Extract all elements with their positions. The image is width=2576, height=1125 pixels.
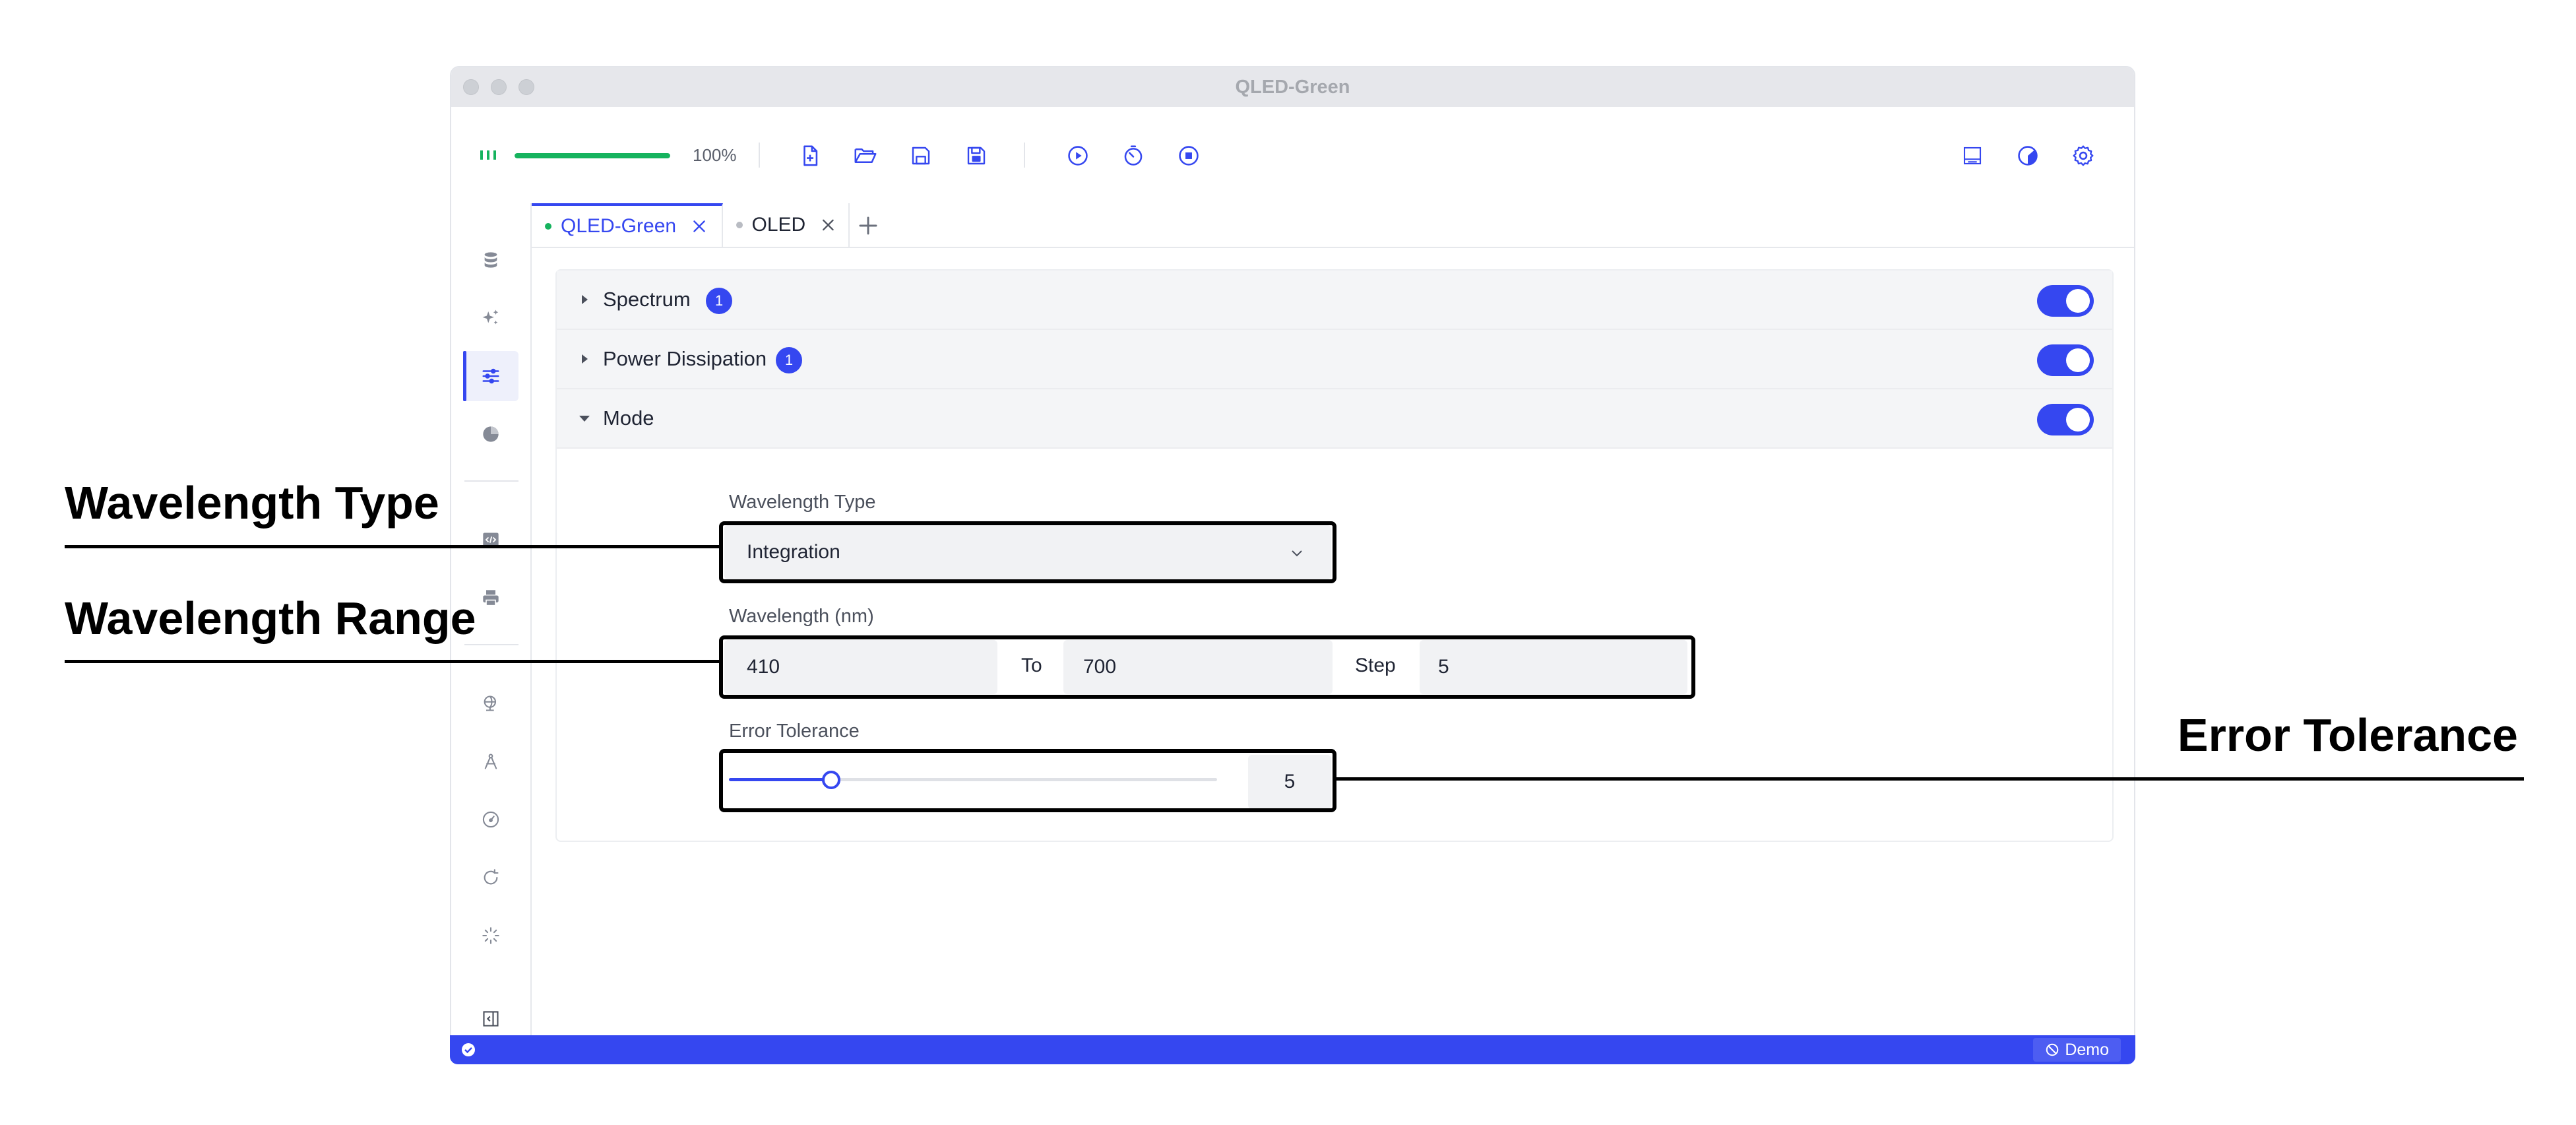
error-tolerance-slider[interactable]	[729, 771, 1217, 789]
panel-icon[interactable]	[1958, 141, 1987, 170]
theme-icon[interactable]	[2013, 141, 2042, 170]
wavelength-type-select[interactable]: Integration	[724, 525, 1331, 579]
tab-bar: QLED-Green OLED	[532, 203, 2134, 248]
count-badge: 1	[706, 288, 732, 314]
count-badge: 1	[776, 347, 802, 373]
caret-down-icon[interactable]	[578, 412, 591, 425]
compass-icon[interactable]	[463, 736, 518, 787]
stop-icon[interactable]	[1174, 141, 1203, 170]
wavelength-from-value: 410	[747, 656, 780, 678]
section-title: Mode	[603, 406, 654, 430]
status-bar: Demo	[450, 1035, 2135, 1064]
run-icon[interactable]	[1063, 141, 1092, 170]
section-mode[interactable]: Mode	[557, 389, 2112, 449]
tab-label: QLED-Green	[561, 215, 677, 237]
check-circle-icon	[462, 1043, 475, 1056]
wavelength-label: Wavelength (nm)	[729, 606, 874, 627]
close-icon[interactable]	[820, 216, 836, 234]
open-folder-icon[interactable]	[851, 141, 880, 170]
toolbar: 100%	[451, 107, 2134, 205]
close-icon[interactable]	[691, 218, 708, 235]
sparkle-icon[interactable]	[463, 293, 518, 343]
to-label: To	[1021, 655, 1042, 676]
wavelength-to-value: 700	[1083, 656, 1117, 678]
new-file-icon[interactable]	[796, 141, 825, 170]
spectrum-toggle[interactable]	[2037, 285, 2094, 317]
mode-toggle[interactable]	[2037, 404, 2094, 435]
error-tolerance-value: 5	[1284, 771, 1296, 792]
toolbar-divider	[759, 143, 760, 168]
activity-icon	[480, 150, 496, 160]
toolbar-divider	[1024, 143, 1025, 168]
progress-bar	[515, 153, 670, 158]
wavelength-type-label: Wavelength Type	[729, 492, 876, 513]
annotation-error-tolerance: Error Tolerance	[2177, 709, 2518, 761]
database-icon[interactable]	[463, 235, 518, 285]
caret-right-icon[interactable]	[578, 293, 591, 306]
timer-icon[interactable]	[1119, 141, 1148, 170]
progress-label: 100%	[693, 145, 737, 165]
tab-qled-green[interactable]: QLED-Green	[532, 203, 723, 247]
step-label: Step	[1355, 655, 1396, 676]
code-icon[interactable]	[463, 515, 518, 565]
refresh-icon[interactable]	[463, 852, 518, 903]
status-dot	[736, 222, 743, 228]
wavelength-step-input[interactable]: 5	[1420, 640, 1687, 694]
sidebar-divider	[464, 480, 518, 482]
section-title: Spectrum	[603, 288, 691, 311]
save-icon[interactable]	[906, 141, 935, 170]
wavelength-step-value: 5	[1438, 656, 1449, 678]
settings-icon[interactable]	[2069, 141, 2098, 170]
annotation-wavelength-type: Wavelength Type	[65, 477, 439, 529]
toggle-knob	[2066, 289, 2090, 313]
globe-icon[interactable]	[463, 678, 518, 728]
add-tab-icon[interactable]	[856, 214, 880, 238]
demo-badge[interactable]: Demo	[2033, 1038, 2121, 1062]
wavelength-from-input[interactable]: 410	[724, 640, 997, 694]
wavelength-type-value: Integration	[747, 541, 840, 563]
toggle-knob	[2066, 408, 2090, 432]
save-as-icon[interactable]	[962, 141, 991, 170]
window-title: QLED-Green	[1235, 77, 1350, 98]
chevron-down-icon	[1292, 550, 1302, 557]
tab-oled[interactable]: OLED	[723, 203, 850, 247]
tab-label: OLED	[751, 214, 806, 236]
annotation-line	[65, 660, 719, 663]
demo-label: Demo	[2065, 1040, 2109, 1059]
sliders-icon[interactable]	[463, 351, 518, 401]
section-power-dissipation[interactable]: Power Dissipation 1	[557, 330, 2112, 389]
caret-right-icon[interactable]	[578, 352, 591, 366]
wavelength-to-input[interactable]: 700	[1063, 640, 1333, 694]
annotation-line	[1336, 777, 2524, 781]
slider-fill	[729, 778, 832, 781]
toggle-knob	[2066, 348, 2090, 372]
error-tolerance-input[interactable]: 5	[1248, 755, 1331, 809]
gauge-icon[interactable]	[463, 794, 518, 845]
ban-icon	[2046, 1043, 2059, 1056]
annotation-line	[65, 545, 719, 548]
error-tolerance-label: Error Tolerance	[729, 721, 860, 742]
loading-icon[interactable]	[463, 911, 518, 961]
progress-fill	[515, 153, 670, 158]
annotation-wavelength-range: Wavelength Range	[65, 593, 476, 644]
section-spectrum[interactable]: Spectrum 1	[557, 271, 2112, 330]
status-dot	[545, 223, 551, 230]
pie-icon[interactable]	[463, 409, 518, 459]
power-dissipation-toggle[interactable]	[2037, 344, 2094, 376]
title-bar: QLED-Green	[451, 67, 2134, 108]
section-title: Power Dissipation	[603, 347, 767, 370]
